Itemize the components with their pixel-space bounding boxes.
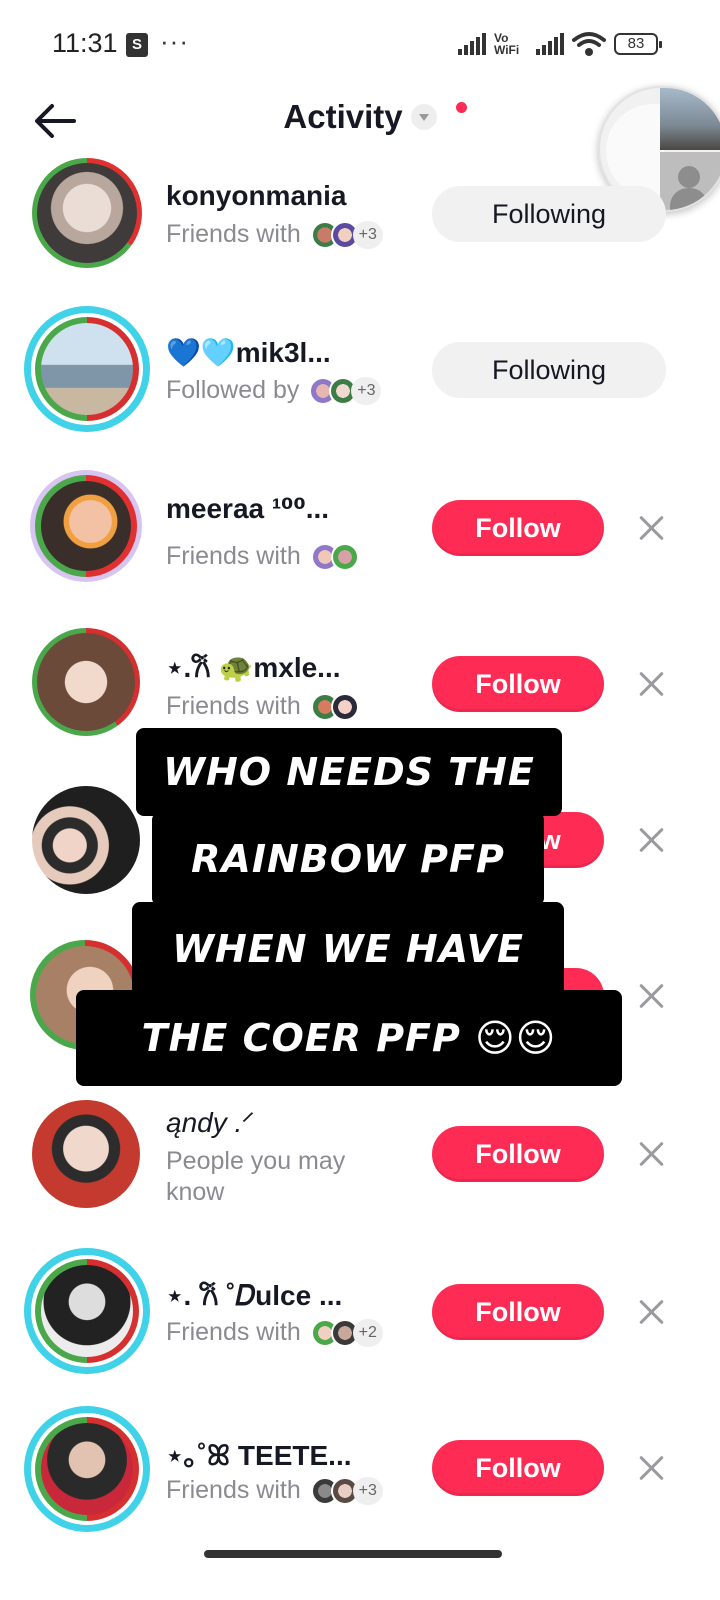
avatar[interactable]: [41, 481, 131, 571]
username[interactable]: ⋆｡˚ꕤ TEETE...: [166, 1434, 352, 1474]
close-icon[interactable]: [634, 1294, 670, 1330]
follow-button[interactable]: Follow: [432, 968, 604, 1024]
follow-button[interactable]: Follow: [432, 1284, 604, 1340]
list-item[interactable]: ąndy .ᐟ People you may know Follow: [0, 1086, 720, 1236]
mutual-friends: Friends with +3: [166, 220, 383, 249]
mini-window-photo: [660, 88, 720, 150]
username[interactable]: ⋆.𐙚 🐢mxle...: [166, 648, 341, 686]
mutual-avatars: +3: [310, 1476, 383, 1505]
subtitle: Friends with: [166, 1476, 301, 1504]
username[interactable]: konyonmania: [166, 180, 346, 212]
list-item[interactable]: Follow: [0, 930, 720, 1080]
status-time: 11:31: [52, 28, 118, 58]
close-icon[interactable]: [634, 666, 670, 702]
subtitle: People you may know: [166, 1147, 346, 1206]
close-icon[interactable]: [634, 822, 670, 858]
mutual-count: +3: [352, 1476, 383, 1505]
username[interactable]: ąndy .ᐟ: [166, 1106, 254, 1139]
avatar[interactable]: [41, 1265, 133, 1357]
close-icon[interactable]: [634, 1136, 670, 1172]
follow-button[interactable]: Follow: [432, 1440, 604, 1496]
close-icon[interactable]: [634, 978, 670, 1014]
mutual-friends: Friends with +2: [166, 1318, 383, 1347]
notification-dot: [456, 102, 467, 113]
mutual-friends: Followed by +3: [166, 376, 382, 405]
subtitle: Friends with: [166, 220, 301, 248]
status-bar: 11:31 S ··· Vo WiFi 83: [0, 0, 720, 90]
subtitle: Friends with: [166, 542, 301, 570]
chevron-down-icon[interactable]: [410, 104, 437, 130]
signal-icon-2: [536, 33, 564, 55]
list-item[interactable]: konyonmania Friends with +3 Following: [0, 150, 720, 300]
list-item[interactable]: ⋆. 𐙚 ˚𝐷ulce ... Friends with +2 Follow: [0, 1244, 720, 1394]
username[interactable]: meeraa ¹⁰⁰...: [166, 492, 329, 525]
mutual-friends: Friends with: [166, 692, 359, 721]
mutual-friends: Friends with +3: [166, 1476, 383, 1505]
vowifi-label: Vo WiFi: [494, 31, 520, 57]
signal-icon: [458, 33, 486, 55]
avatar[interactable]: [37, 633, 135, 731]
mutual-friends: Friends with: [166, 542, 359, 571]
avatar[interactable]: [36, 946, 134, 1044]
mutual-count: +2: [352, 1318, 383, 1347]
list-item[interactable]: ⋆.𐙚 🐢mxle... Friends with Follow: [0, 618, 720, 768]
more-notifications-icon: ···: [160, 26, 189, 56]
home-indicator[interactable]: [204, 1550, 502, 1558]
mutual-avatars: +2: [310, 1318, 383, 1347]
mutual-count: +3: [351, 376, 382, 405]
avatar[interactable]: [32, 786, 140, 894]
list-item[interactable]: Follow: [0, 774, 720, 924]
shopping-bag-icon: S: [126, 33, 148, 57]
mutual-avatar: [330, 692, 359, 721]
avatar[interactable]: [32, 1100, 140, 1208]
battery-icon: 83: [614, 33, 662, 55]
list-item[interactable]: 💙🩵mik3l... Followed by +3 Following: [0, 306, 720, 456]
subtitle: Friends with: [166, 1318, 301, 1346]
avatar[interactable]: [37, 163, 137, 263]
mutual-avatars: [310, 692, 359, 721]
mutual-avatar: [330, 542, 359, 571]
avatar[interactable]: [41, 1423, 133, 1515]
username[interactable]: 💙🩵mik3l...: [166, 336, 331, 369]
close-icon[interactable]: [634, 510, 670, 546]
subtitle: Followed by: [166, 376, 300, 404]
following-button[interactable]: Following: [432, 186, 666, 242]
following-button[interactable]: Following: [432, 342, 666, 398]
mutual-count: +3: [352, 220, 383, 249]
wifi-icon: [572, 32, 606, 56]
mutual-avatars: +3: [310, 220, 383, 249]
list-item[interactable]: ⋆｡˚ꕤ TEETE... Friends with +3 Follow: [0, 1402, 720, 1552]
page-title[interactable]: Activity: [283, 98, 402, 136]
subtitle: Friends with: [166, 692, 301, 720]
follow-button[interactable]: Follow: [432, 812, 604, 868]
avatar[interactable]: [41, 323, 133, 415]
close-icon[interactable]: [634, 1450, 670, 1486]
mutual-avatars: +3: [309, 376, 382, 405]
status-icons: Vo WiFi 83: [458, 28, 662, 60]
mutual-avatars: [310, 542, 359, 571]
follow-button[interactable]: Follow: [432, 500, 604, 556]
username[interactable]: ⋆. 𐙚 ˚𝐷ulce ...: [166, 1276, 342, 1314]
list-item[interactable]: meeraa ¹⁰⁰... Friends with Follow: [0, 462, 720, 612]
follow-button[interactable]: Follow: [432, 656, 604, 712]
follow-button[interactable]: Follow: [432, 1126, 604, 1182]
